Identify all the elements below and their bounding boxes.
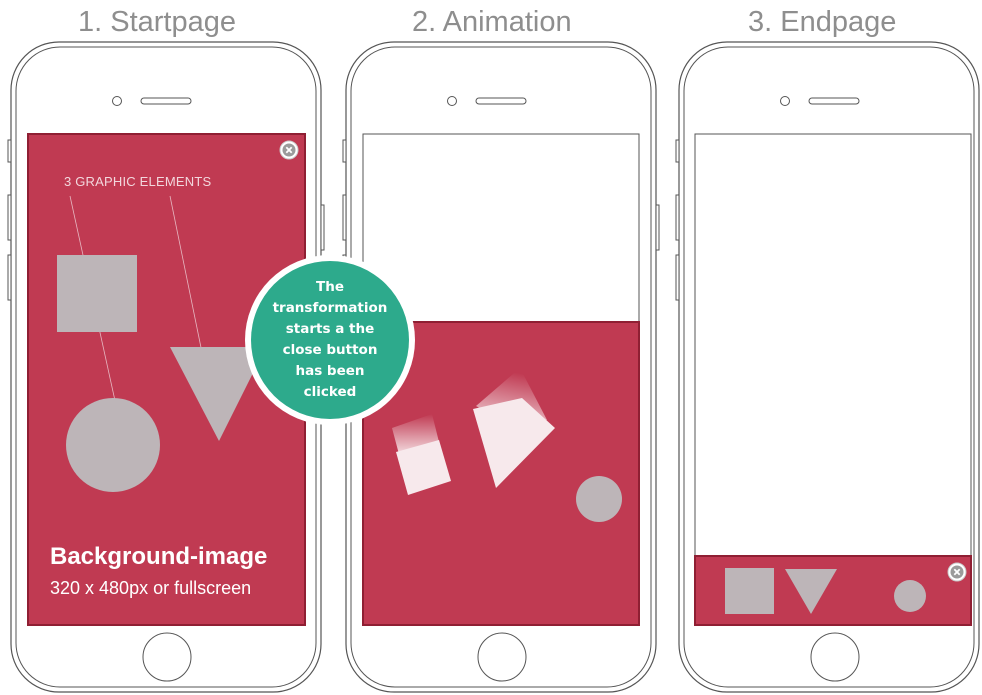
phone-endpage <box>675 41 980 693</box>
square-shape <box>57 255 137 332</box>
circle-shape <box>576 476 622 522</box>
circle-shape <box>894 580 926 612</box>
background-image-subtitle: 320 x 480px or fullscreen <box>50 578 252 598</box>
background-image-title: Background-image <box>50 543 268 570</box>
close-icon[interactable] <box>947 562 967 582</box>
callout-note: The transformation starts a the close bu… <box>248 258 412 422</box>
screen-area <box>694 133 972 626</box>
callout-text: The transformation starts a the close bu… <box>272 279 388 400</box>
close-icon[interactable] <box>279 140 299 160</box>
graphic-elements-label: 3 GRAPHIC ELEMENTS <box>64 174 212 189</box>
circle-shape <box>66 398 160 492</box>
square-shape <box>725 568 774 614</box>
